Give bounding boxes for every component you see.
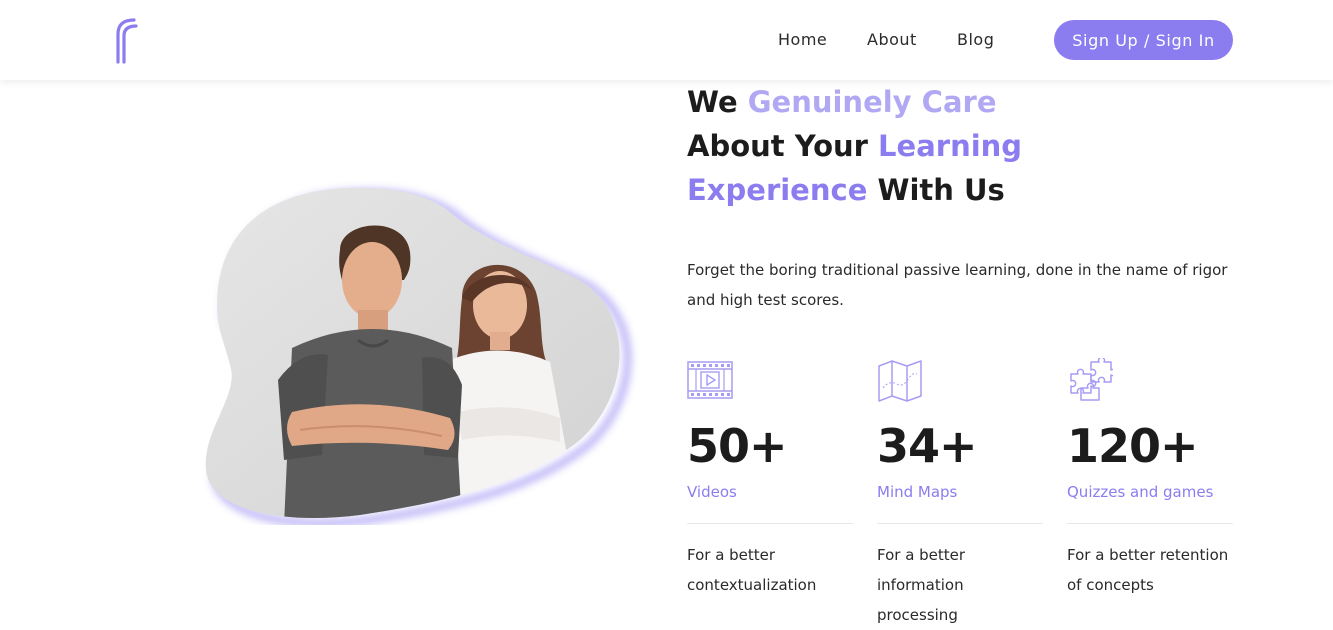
headline-line-3: Experience With Us bbox=[687, 168, 1287, 212]
stat-divider bbox=[1067, 523, 1233, 524]
hero-intro-text: Forget the boring traditional passive le… bbox=[687, 261, 1228, 309]
headline-text-genuinely-care: Genuinely Care bbox=[747, 85, 997, 119]
headline-text-experience: Experience bbox=[687, 173, 868, 207]
stat-desc-videos: For a better contextualization bbox=[687, 546, 817, 594]
nav-about-link[interactable]: About bbox=[867, 30, 917, 50]
headline-text-learning: Learning bbox=[878, 129, 1023, 163]
stat-quizzes: 120+ Quizzes and games For a better rete… bbox=[1067, 358, 1233, 594]
folded-map-icon bbox=[878, 360, 922, 402]
nav-blog-link[interactable]: Blog bbox=[957, 30, 994, 50]
stat-divider bbox=[687, 523, 853, 524]
nav-home-link[interactable]: Home bbox=[778, 30, 827, 50]
stat-value-quizzes: 120+ bbox=[1067, 419, 1199, 473]
stat-desc-mind-maps: For a better information processing bbox=[877, 546, 966, 624]
video-film-icon bbox=[687, 361, 733, 399]
site-header: Home About Blog Sign Up / Sign In bbox=[0, 0, 1333, 80]
headline-line-2: About Your Learning bbox=[687, 124, 1287, 168]
stat-value-videos: 50+ bbox=[687, 419, 788, 473]
hero-headline: We Genuinely Care About Your Learning Ex… bbox=[687, 80, 1287, 212]
stat-label-videos: Videos bbox=[687, 483, 737, 501]
stat-label-quizzes: Quizzes and games bbox=[1067, 483, 1214, 501]
students-photo bbox=[205, 187, 632, 525]
stat-desc-quizzes: For a better retention of concepts bbox=[1067, 546, 1229, 594]
signup-signin-button[interactable]: Sign Up / Sign In bbox=[1054, 20, 1233, 60]
stat-divider bbox=[877, 523, 1043, 524]
brand-logo-icon[interactable] bbox=[114, 16, 140, 64]
stat-videos: 50+ Videos For a better contextualizatio… bbox=[687, 358, 853, 594]
puzzle-pieces-icon bbox=[1070, 358, 1113, 401]
headline-text-about-your: About Your bbox=[687, 129, 879, 163]
stat-mind-maps: 34+ Mind Maps For a better information p… bbox=[877, 358, 1043, 624]
headline-line-1: We Genuinely Care bbox=[687, 80, 1287, 124]
landing-page: Home About Blog Sign Up / Sign In We Gen… bbox=[0, 0, 1333, 630]
headline-text-we: We bbox=[687, 85, 748, 119]
stat-value-mind-maps: 34+ bbox=[877, 419, 978, 473]
headline-text-with-us: With Us bbox=[867, 173, 1005, 207]
stat-label-mind-maps: Mind Maps bbox=[877, 483, 958, 501]
